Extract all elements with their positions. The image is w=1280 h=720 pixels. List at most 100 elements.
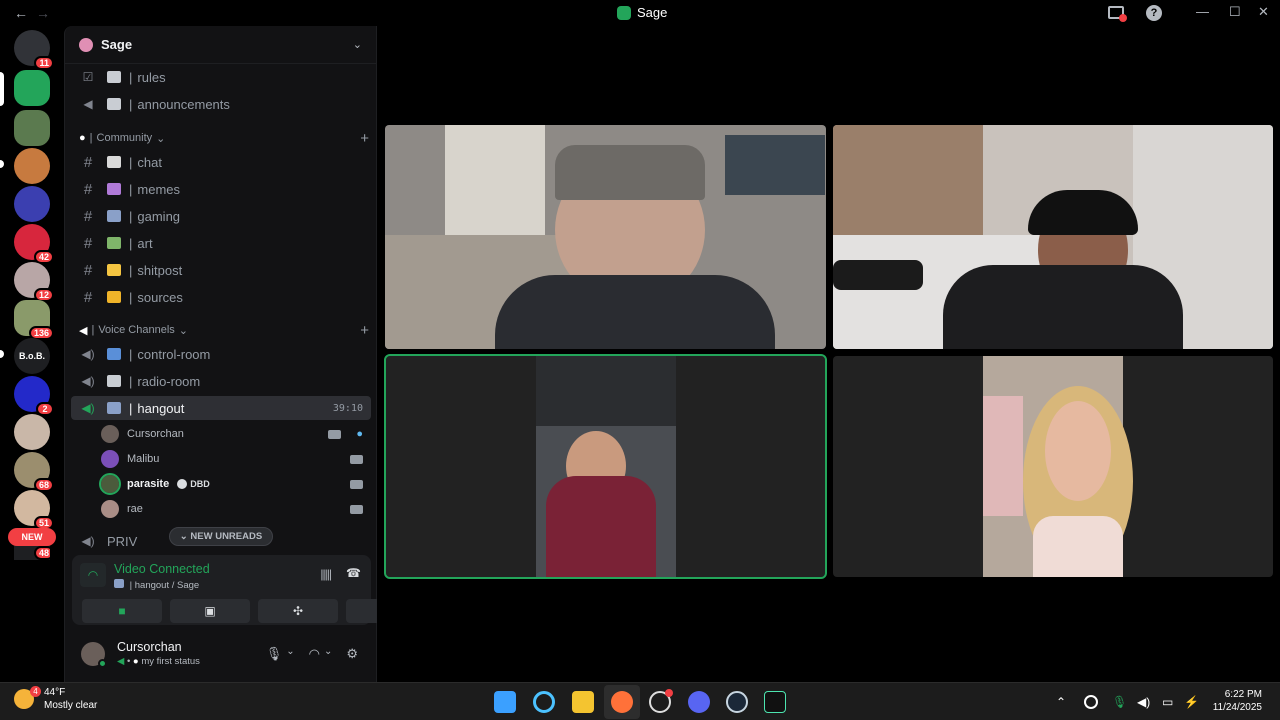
skull-icon <box>177 479 188 489</box>
noise-suppression-icon[interactable]: ||||| <box>320 567 332 581</box>
server-icon[interactable]: 2 <box>14 376 54 416</box>
channel-emoji-icon <box>107 183 121 195</box>
server-icon[interactable]: 12 <box>14 262 54 302</box>
server-icon[interactable]: 51 <box>14 490 54 530</box>
search-icon[interactable] <box>533 691 555 713</box>
disconnect-icon[interactable]: ☎ <box>346 566 361 580</box>
voice-channel-control-room[interactable]: ◀) | control-room <box>71 342 371 366</box>
guild-header[interactable]: Sage ⌄ <box>65 26 378 64</box>
file-explorer-icon[interactable] <box>572 691 594 713</box>
taskbar: 4 44°F Mostly clear ⌃ 🎙︎ ◀) ▭ ⚡ 6:22 PM … <box>0 682 1280 720</box>
server-icon[interactable] <box>14 186 50 222</box>
discord-icon[interactable] <box>688 691 710 713</box>
channel-gaming[interactable]: # | gaming <box>71 204 371 228</box>
title-bar: ← → Sage ? — ☐ ✕ <box>0 0 1280 26</box>
avatar[interactable] <box>81 642 107 668</box>
unread-indicator <box>0 160 4 168</box>
voice-user-parasite[interactable]: parasite DBD <box>99 472 363 496</box>
video-tile[interactable] <box>833 125 1273 349</box>
speaker-icon: ◀) <box>81 374 95 388</box>
voice-user-cursorchan[interactable]: Cursorchan ● <box>101 422 363 446</box>
channel-sources[interactable]: # | sources <box>71 285 371 309</box>
voice-actions: ■ ▣ ✣ ✺ <box>82 599 426 623</box>
channel-name: memes <box>137 181 181 197</box>
channel-memes[interactable]: # | memes <box>71 177 371 201</box>
microphone-icon[interactable]: 🎙︎ <box>1112 695 1127 709</box>
voice-user-name: rae <box>127 503 143 515</box>
app-icon[interactable] <box>649 689 673 713</box>
battery-icon[interactable]: ⚡ <box>1184 695 1199 709</box>
firefox-icon[interactable] <box>611 691 633 713</box>
channel-emoji-icon <box>107 71 121 83</box>
new-unreads-button[interactable]: ⌄ NEW UNREADS <box>169 527 273 546</box>
network-icon[interactable]: ▭ <box>1162 695 1173 709</box>
channel-art[interactable]: # | art <box>71 231 371 255</box>
video-feed-background <box>725 135 825 195</box>
category-community[interactable]: ● | Community ⌄ + <box>79 129 369 147</box>
close-button[interactable]: ✕ <box>1258 4 1269 20</box>
channel-emoji-icon <box>107 348 121 360</box>
server-icon[interactable]: 48 <box>14 544 50 560</box>
voice-channel-radio-room[interactable]: ◀) | radio-room <box>71 369 371 393</box>
activities-button[interactable]: ✣ <box>258 599 338 623</box>
steam-icon[interactable] <box>726 691 748 713</box>
server-icon[interactable] <box>14 414 50 450</box>
server-icon[interactable] <box>14 110 50 146</box>
back-arrow-icon[interactable]: ← <box>14 5 28 21</box>
voice-channel-hangout[interactable]: ◀) | hangout 39:10 <box>71 396 371 420</box>
video-tile-speaking[interactable] <box>384 354 827 579</box>
help-icon[interactable]: ? <box>1146 5 1162 21</box>
category-voice-channels[interactable]: ◀ | Voice Channels ⌄ + <box>79 321 369 339</box>
voice-user-malibu[interactable]: Malibu <box>101 447 363 471</box>
new-servers-pill[interactable]: NEW <box>8 528 56 546</box>
channel-emoji-icon <box>114 579 124 588</box>
chevron-down-icon[interactable]: ⌄ <box>286 646 294 662</box>
avatar <box>101 425 119 443</box>
maximize-button[interactable]: ☐ <box>1229 4 1241 20</box>
server-icon[interactable]: 42 <box>14 224 54 264</box>
server-icon[interactable]: 136 <box>14 300 54 340</box>
channel-announcements[interactable]: ◀ | announcements <box>71 92 371 116</box>
channel-name: hangout <box>137 400 185 416</box>
signal-strength-icon[interactable]: ◠ <box>80 563 106 587</box>
microphone-icon[interactable]: 🎙︎ <box>266 646 283 662</box>
chevron-up-icon[interactable]: ⌃ <box>1056 695 1066 709</box>
weather-widget[interactable]: 44°F Mostly clear <box>44 686 97 712</box>
user-name[interactable]: Cursorchan <box>117 640 182 654</box>
channel-emoji-icon <box>107 156 121 168</box>
forward-arrow-icon[interactable]: → <box>36 5 50 21</box>
hash-icon: # <box>83 207 93 225</box>
direct-messages-icon[interactable]: 11 <box>14 30 54 70</box>
video-tile[interactable] <box>833 356 1273 577</box>
video-feed-person <box>943 265 1183 349</box>
server-sage-icon[interactable] <box>14 70 50 106</box>
channel-rules[interactable]: ☑ | rules <box>71 65 371 89</box>
minimize-button[interactable]: — <box>1196 4 1209 19</box>
voice-user-rae[interactable]: rae <box>101 497 363 521</box>
chevron-down-icon[interactable]: ⌄ <box>324 646 332 662</box>
headphones-icon[interactable]: ◠ <box>309 646 320 662</box>
server-icon[interactable] <box>14 148 50 184</box>
voice-status[interactable]: Video Connected <box>114 562 210 576</box>
server-bob-icon[interactable]: B.o.B. <box>14 338 50 374</box>
channel-shitpost[interactable]: # | shitpost <box>71 258 371 282</box>
add-channel-icon[interactable]: + <box>360 130 369 147</box>
clock-time: 6:22 PM <box>1224 689 1262 700</box>
inbox-icon[interactable] <box>1108 6 1127 22</box>
windows-start-icon[interactable] <box>494 691 516 713</box>
speaker-icon: ◀) <box>81 347 95 361</box>
system-clock[interactable]: 6:22 PM 11/24/2025 <box>1213 688 1262 714</box>
server-icon[interactable]: 68 <box>14 452 54 492</box>
camera-button[interactable]: ■ <box>82 599 162 623</box>
screen-share-button[interactable]: ▣ <box>170 599 250 623</box>
hash-icon: # <box>83 288 93 306</box>
speaker-icon[interactable]: ◀) <box>1137 695 1150 709</box>
video-tile[interactable] <box>385 125 826 349</box>
add-channel-icon[interactable]: + <box>360 322 369 339</box>
gear-icon[interactable]: ⚙ <box>346 646 358 662</box>
terminal-icon[interactable] <box>764 691 786 713</box>
user-panel: Cursorchan ◀ • ● my first status 🎙︎ ⌄ ◠ … <box>65 634 378 682</box>
channel-chat[interactable]: # | chat <box>71 150 371 174</box>
server-badge: 2 <box>36 402 54 416</box>
tray-app-icon[interactable] <box>1084 695 1098 709</box>
